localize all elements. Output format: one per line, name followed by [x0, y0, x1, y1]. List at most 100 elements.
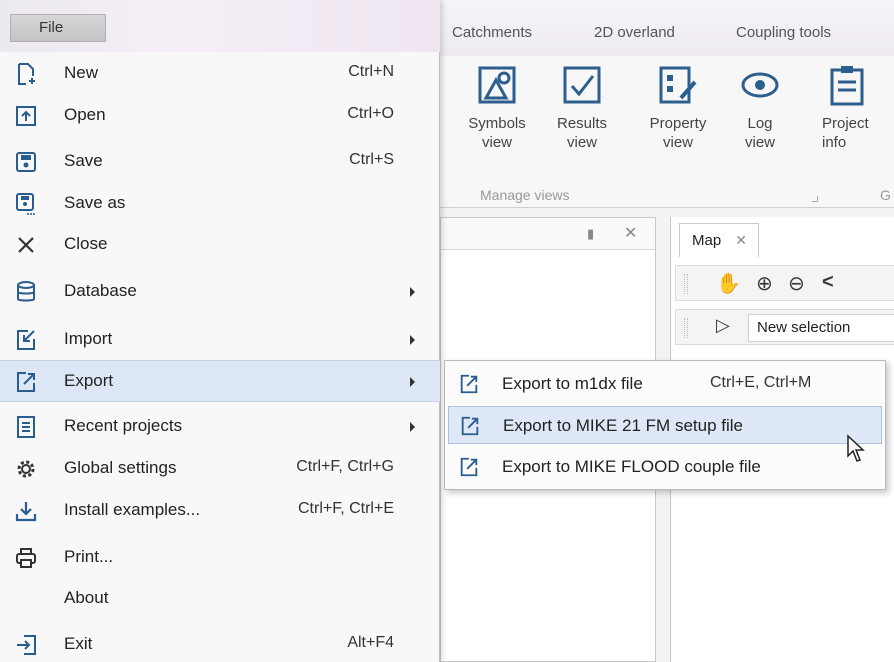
pin-icon[interactable]: ▮	[587, 226, 594, 242]
database-icon	[14, 280, 38, 304]
menu-item-database[interactable]: Database	[0, 271, 440, 313]
symbols-view-icon	[476, 64, 518, 106]
pan-hand-icon[interactable]: ✋	[716, 271, 741, 296]
project-info-icon	[828, 64, 870, 106]
selection-toolbar: ▷ New selection	[675, 309, 894, 345]
submenu-item-label: Export to m1dx file	[502, 374, 643, 393]
toolbar-grip[interactable]	[684, 274, 688, 294]
export-submenu: Export to m1dx file Ctrl+E, Ctrl+M Expor…	[444, 360, 886, 490]
open-icon	[14, 104, 38, 128]
export-icon	[14, 370, 38, 394]
menu-item-about[interactable]: About	[0, 578, 440, 620]
back-icon[interactable]: <	[822, 271, 834, 294]
tab-map[interactable]: Map ✕	[679, 223, 759, 257]
menu-item-install-examples[interactable]: Install examples... Ctrl+F, Ctrl+E	[0, 490, 440, 532]
printer-icon	[14, 546, 38, 570]
toolbar-grip[interactable]	[684, 318, 688, 338]
import-icon	[14, 328, 38, 352]
zoom-in-icon[interactable]: ⊕	[756, 271, 773, 296]
menu-item-shortcut: Ctrl+F, Ctrl+G	[296, 458, 394, 475]
menu-item-label: New	[64, 63, 99, 82]
close-map-tab-icon[interactable]: ✕	[735, 232, 747, 248]
close-panel-icon[interactable]: ✕	[624, 223, 637, 243]
tab-coupling-tools[interactable]: Coupling tools	[736, 24, 831, 41]
property-view-label: Property view	[649, 115, 707, 151]
results-view-label: Results view	[556, 115, 608, 151]
menu-item-label: Global settings	[64, 458, 177, 477]
submenu-arrow-icon	[410, 335, 415, 345]
menu-item-recent-projects[interactable]: Recent projects	[0, 406, 440, 448]
map-tab-label: Map	[692, 232, 722, 249]
ribbon-panel: Symbols view Results view Property view …	[440, 56, 894, 208]
menu-item-save[interactable]: Save Ctrl+S	[0, 141, 440, 183]
select-pointer-icon[interactable]: ▷	[716, 315, 730, 336]
menu-item-export[interactable]: Export	[0, 360, 440, 402]
menu-item-close[interactable]: Close	[0, 224, 440, 266]
menu-item-print[interactable]: Print...	[0, 537, 440, 579]
save-icon	[14, 150, 38, 174]
results-view-button[interactable]: Results view	[554, 64, 610, 152]
menu-item-global-settings[interactable]: Global settings Ctrl+F, Ctrl+G	[0, 448, 440, 490]
project-info-label: Project info	[822, 115, 869, 151]
mouse-pointer-icon	[847, 434, 865, 462]
map-toolbar: ✋ ⊕ ⊖ <	[675, 265, 894, 301]
submenu-item-shortcut: Ctrl+E, Ctrl+M	[710, 374, 812, 391]
menu-item-label: Save as	[64, 193, 126, 212]
menu-item-label: Export	[64, 371, 114, 390]
property-view-button[interactable]: Property view	[638, 64, 718, 152]
tab-catchments[interactable]: Catchments	[452, 24, 532, 41]
next-group-label: G	[880, 187, 891, 203]
download-icon	[14, 499, 38, 523]
menu-item-import[interactable]: Import	[0, 319, 440, 361]
recent-projects-icon	[14, 415, 38, 439]
project-info-button[interactable]: Project info	[822, 64, 892, 152]
menu-item-shortcut: Ctrl+N	[348, 63, 394, 80]
menu-item-exit[interactable]: Exit Alt+F4	[0, 624, 440, 662]
property-view-icon	[657, 64, 699, 106]
selection-dropdown[interactable]: New selection	[748, 314, 894, 342]
submenu-arrow-icon	[410, 422, 415, 432]
zoom-out-icon[interactable]: ⊖	[788, 271, 805, 296]
menu-item-label: About	[64, 588, 109, 607]
menu-item-new[interactable]: New Ctrl+N	[0, 53, 440, 95]
new-file-icon	[14, 62, 38, 86]
tab-2d-overland[interactable]: 2D overland	[594, 24, 675, 41]
menu-item-shortcut: Alt+F4	[347, 634, 394, 651]
menu-item-open[interactable]: Open Ctrl+O	[0, 95, 440, 137]
menu-item-label: Recent projects	[64, 416, 183, 435]
menu-item-label: Import	[64, 329, 113, 348]
menu-item-label: Save	[64, 151, 103, 170]
menu-item-label: Open	[64, 105, 106, 124]
menu-item-shortcut: Ctrl+S	[349, 151, 394, 168]
menu-item-label: Print...	[64, 547, 114, 566]
dock-panel-header: ▮ ✕	[441, 218, 655, 250]
log-view-button[interactable]: Log view	[734, 64, 786, 152]
submenu-item-label: Export to MIKE FLOOD couple file	[502, 457, 761, 476]
log-view-icon	[739, 64, 781, 106]
group-expand-corner[interactable]	[812, 196, 818, 202]
close-icon	[14, 233, 38, 257]
manage-views-group-label: Manage views	[480, 187, 570, 203]
menu-item-label: Database	[64, 281, 137, 300]
menu-item-shortcut: Ctrl+F, Ctrl+E	[297, 500, 394, 517]
save-as-icon	[14, 192, 38, 216]
file-menu: File New Ctrl+N Open Ctrl+O Save Ctrl+S …	[0, 0, 440, 662]
submenu-item-export-mike-flood[interactable]: Export to MIKE FLOOD couple file	[448, 448, 882, 486]
submenu-item-export-mike21[interactable]: Export to MIKE 21 FM setup file	[448, 406, 882, 444]
log-view-label: Log view	[744, 115, 775, 151]
export-icon	[458, 456, 480, 478]
results-view-icon	[561, 64, 603, 106]
symbols-view-button[interactable]: Symbols view	[466, 64, 528, 152]
exit-icon	[14, 633, 38, 657]
menu-item-label: Exit	[64, 634, 93, 653]
submenu-arrow-icon	[410, 287, 415, 297]
symbols-view-label: Symbols view	[468, 115, 526, 151]
export-icon	[459, 415, 481, 437]
gear-icon	[14, 457, 38, 481]
menu-item-shortcut: Ctrl+O	[347, 105, 394, 122]
file-button[interactable]: File	[10, 14, 106, 42]
submenu-arrow-icon	[410, 377, 415, 387]
submenu-item-export-m1dx[interactable]: Export to m1dx file Ctrl+E, Ctrl+M	[448, 365, 882, 403]
menu-item-save-as[interactable]: Save as	[0, 183, 440, 225]
menu-item-label: Close	[64, 234, 108, 253]
